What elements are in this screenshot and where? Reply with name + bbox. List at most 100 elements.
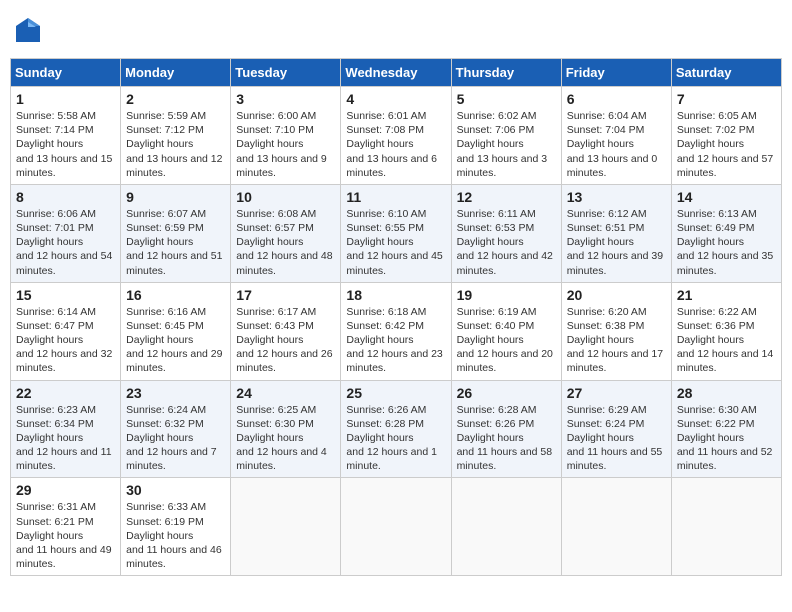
calendar-cell: 16 Sunrise: 6:16 AMSunset: 6:45 PMDaylig… xyxy=(121,282,231,380)
calendar-cell: 3 Sunrise: 6:00 AMSunset: 7:10 PMDayligh… xyxy=(231,87,341,185)
calendar-cell: 26 Sunrise: 6:28 AMSunset: 6:26 PMDaylig… xyxy=(451,380,561,478)
day-number: 24 xyxy=(236,385,335,401)
calendar-cell: 28 Sunrise: 6:30 AMSunset: 6:22 PMDaylig… xyxy=(671,380,781,478)
calendar-cell: 20 Sunrise: 6:20 AMSunset: 6:38 PMDaylig… xyxy=(561,282,671,380)
day-info: Sunrise: 5:59 AMSunset: 7:12 PMDaylight … xyxy=(126,110,222,179)
day-info: Sunrise: 6:14 AMSunset: 6:47 PMDaylight … xyxy=(16,306,112,375)
day-info: Sunrise: 6:19 AMSunset: 6:40 PMDaylight … xyxy=(457,306,553,375)
weekday-header-thursday: Thursday xyxy=(451,59,561,87)
calendar-cell: 21 Sunrise: 6:22 AMSunset: 6:36 PMDaylig… xyxy=(671,282,781,380)
day-number: 17 xyxy=(236,287,335,303)
calendar-cell: 25 Sunrise: 6:26 AMSunset: 6:28 PMDaylig… xyxy=(341,380,451,478)
calendar-cell xyxy=(671,478,781,576)
calendar-cell: 6 Sunrise: 6:04 AMSunset: 7:04 PMDayligh… xyxy=(561,87,671,185)
day-number: 7 xyxy=(677,91,776,107)
calendar-cell: 13 Sunrise: 6:12 AMSunset: 6:51 PMDaylig… xyxy=(561,184,671,282)
calendar-cell: 8 Sunrise: 6:06 AMSunset: 7:01 PMDayligh… xyxy=(11,184,121,282)
calendar-cell: 12 Sunrise: 6:11 AMSunset: 6:53 PMDaylig… xyxy=(451,184,561,282)
calendar-cell: 17 Sunrise: 6:17 AMSunset: 6:43 PMDaylig… xyxy=(231,282,341,380)
day-info: Sunrise: 6:13 AMSunset: 6:49 PMDaylight … xyxy=(677,208,773,277)
page-header xyxy=(10,10,782,50)
calendar-cell: 18 Sunrise: 6:18 AMSunset: 6:42 PMDaylig… xyxy=(341,282,451,380)
calendar-cell: 22 Sunrise: 6:23 AMSunset: 6:34 PMDaylig… xyxy=(11,380,121,478)
day-number: 12 xyxy=(457,189,556,205)
day-number: 4 xyxy=(346,91,445,107)
logo xyxy=(14,16,46,44)
day-info: Sunrise: 6:08 AMSunset: 6:57 PMDaylight … xyxy=(236,208,332,277)
day-number: 15 xyxy=(16,287,115,303)
day-number: 1 xyxy=(16,91,115,107)
day-number: 3 xyxy=(236,91,335,107)
calendar-cell: 24 Sunrise: 6:25 AMSunset: 6:30 PMDaylig… xyxy=(231,380,341,478)
day-number: 14 xyxy=(677,189,776,205)
day-number: 8 xyxy=(16,189,115,205)
calendar-week-row: 8 Sunrise: 6:06 AMSunset: 7:01 PMDayligh… xyxy=(11,184,782,282)
calendar-cell: 14 Sunrise: 6:13 AMSunset: 6:49 PMDaylig… xyxy=(671,184,781,282)
calendar-week-row: 22 Sunrise: 6:23 AMSunset: 6:34 PMDaylig… xyxy=(11,380,782,478)
day-number: 30 xyxy=(126,482,225,498)
day-info: Sunrise: 6:10 AMSunset: 6:55 PMDaylight … xyxy=(346,208,442,277)
day-info: Sunrise: 6:02 AMSunset: 7:06 PMDaylight … xyxy=(457,110,548,179)
day-number: 11 xyxy=(346,189,445,205)
logo-icon xyxy=(14,16,42,44)
day-info: Sunrise: 6:16 AMSunset: 6:45 PMDaylight … xyxy=(126,306,222,375)
day-number: 16 xyxy=(126,287,225,303)
weekday-header-monday: Monday xyxy=(121,59,231,87)
day-number: 2 xyxy=(126,91,225,107)
day-info: Sunrise: 6:25 AMSunset: 6:30 PMDaylight … xyxy=(236,404,327,473)
calendar-cell: 29 Sunrise: 6:31 AMSunset: 6:21 PMDaylig… xyxy=(11,478,121,576)
day-number: 29 xyxy=(16,482,115,498)
day-number: 25 xyxy=(346,385,445,401)
day-number: 6 xyxy=(567,91,666,107)
calendar-cell: 15 Sunrise: 6:14 AMSunset: 6:47 PMDaylig… xyxy=(11,282,121,380)
calendar-cell: 11 Sunrise: 6:10 AMSunset: 6:55 PMDaylig… xyxy=(341,184,451,282)
calendar-cell: 19 Sunrise: 6:19 AMSunset: 6:40 PMDaylig… xyxy=(451,282,561,380)
calendar-week-row: 29 Sunrise: 6:31 AMSunset: 6:21 PMDaylig… xyxy=(11,478,782,576)
calendar-cell xyxy=(231,478,341,576)
day-info: Sunrise: 6:12 AMSunset: 6:51 PMDaylight … xyxy=(567,208,663,277)
day-info: Sunrise: 6:20 AMSunset: 6:38 PMDaylight … xyxy=(567,306,663,375)
day-info: Sunrise: 6:30 AMSunset: 6:22 PMDaylight … xyxy=(677,404,773,473)
day-number: 21 xyxy=(677,287,776,303)
day-info: Sunrise: 6:00 AMSunset: 7:10 PMDaylight … xyxy=(236,110,327,179)
calendar-cell: 2 Sunrise: 5:59 AMSunset: 7:12 PMDayligh… xyxy=(121,87,231,185)
day-info: Sunrise: 6:24 AMSunset: 6:32 PMDaylight … xyxy=(126,404,217,473)
day-number: 19 xyxy=(457,287,556,303)
calendar-cell: 10 Sunrise: 6:08 AMSunset: 6:57 PMDaylig… xyxy=(231,184,341,282)
day-number: 20 xyxy=(567,287,666,303)
day-number: 5 xyxy=(457,91,556,107)
calendar-cell: 30 Sunrise: 6:33 AMSunset: 6:19 PMDaylig… xyxy=(121,478,231,576)
day-info: Sunrise: 6:06 AMSunset: 7:01 PMDaylight … xyxy=(16,208,112,277)
day-info: Sunrise: 6:22 AMSunset: 6:36 PMDaylight … xyxy=(677,306,773,375)
day-info: Sunrise: 6:18 AMSunset: 6:42 PMDaylight … xyxy=(346,306,442,375)
day-info: Sunrise: 6:01 AMSunset: 7:08 PMDaylight … xyxy=(346,110,437,179)
calendar-cell xyxy=(341,478,451,576)
day-number: 26 xyxy=(457,385,556,401)
calendar-cell: 7 Sunrise: 6:05 AMSunset: 7:02 PMDayligh… xyxy=(671,87,781,185)
weekday-header-saturday: Saturday xyxy=(671,59,781,87)
day-info: Sunrise: 6:26 AMSunset: 6:28 PMDaylight … xyxy=(346,404,437,473)
day-info: Sunrise: 6:04 AMSunset: 7:04 PMDaylight … xyxy=(567,110,658,179)
calendar-cell: 5 Sunrise: 6:02 AMSunset: 7:06 PMDayligh… xyxy=(451,87,561,185)
day-info: Sunrise: 6:29 AMSunset: 6:24 PMDaylight … xyxy=(567,404,663,473)
calendar-cell: 9 Sunrise: 6:07 AMSunset: 6:59 PMDayligh… xyxy=(121,184,231,282)
day-number: 13 xyxy=(567,189,666,205)
calendar-cell: 23 Sunrise: 6:24 AMSunset: 6:32 PMDaylig… xyxy=(121,380,231,478)
day-number: 27 xyxy=(567,385,666,401)
day-info: Sunrise: 6:28 AMSunset: 6:26 PMDaylight … xyxy=(457,404,553,473)
weekday-header-row: SundayMondayTuesdayWednesdayThursdayFrid… xyxy=(11,59,782,87)
weekday-header-tuesday: Tuesday xyxy=(231,59,341,87)
day-info: Sunrise: 6:31 AMSunset: 6:21 PMDaylight … xyxy=(16,501,112,570)
day-info: Sunrise: 6:07 AMSunset: 6:59 PMDaylight … xyxy=(126,208,222,277)
day-number: 9 xyxy=(126,189,225,205)
calendar-cell: 1 Sunrise: 5:58 AMSunset: 7:14 PMDayligh… xyxy=(11,87,121,185)
day-number: 10 xyxy=(236,189,335,205)
calendar-cell: 4 Sunrise: 6:01 AMSunset: 7:08 PMDayligh… xyxy=(341,87,451,185)
weekday-header-wednesday: Wednesday xyxy=(341,59,451,87)
weekday-header-friday: Friday xyxy=(561,59,671,87)
weekday-header-sunday: Sunday xyxy=(11,59,121,87)
calendar-table: SundayMondayTuesdayWednesdayThursdayFrid… xyxy=(10,58,782,576)
day-info: Sunrise: 6:23 AMSunset: 6:34 PMDaylight … xyxy=(16,404,112,473)
day-info: Sunrise: 5:58 AMSunset: 7:14 PMDaylight … xyxy=(16,110,112,179)
day-number: 28 xyxy=(677,385,776,401)
